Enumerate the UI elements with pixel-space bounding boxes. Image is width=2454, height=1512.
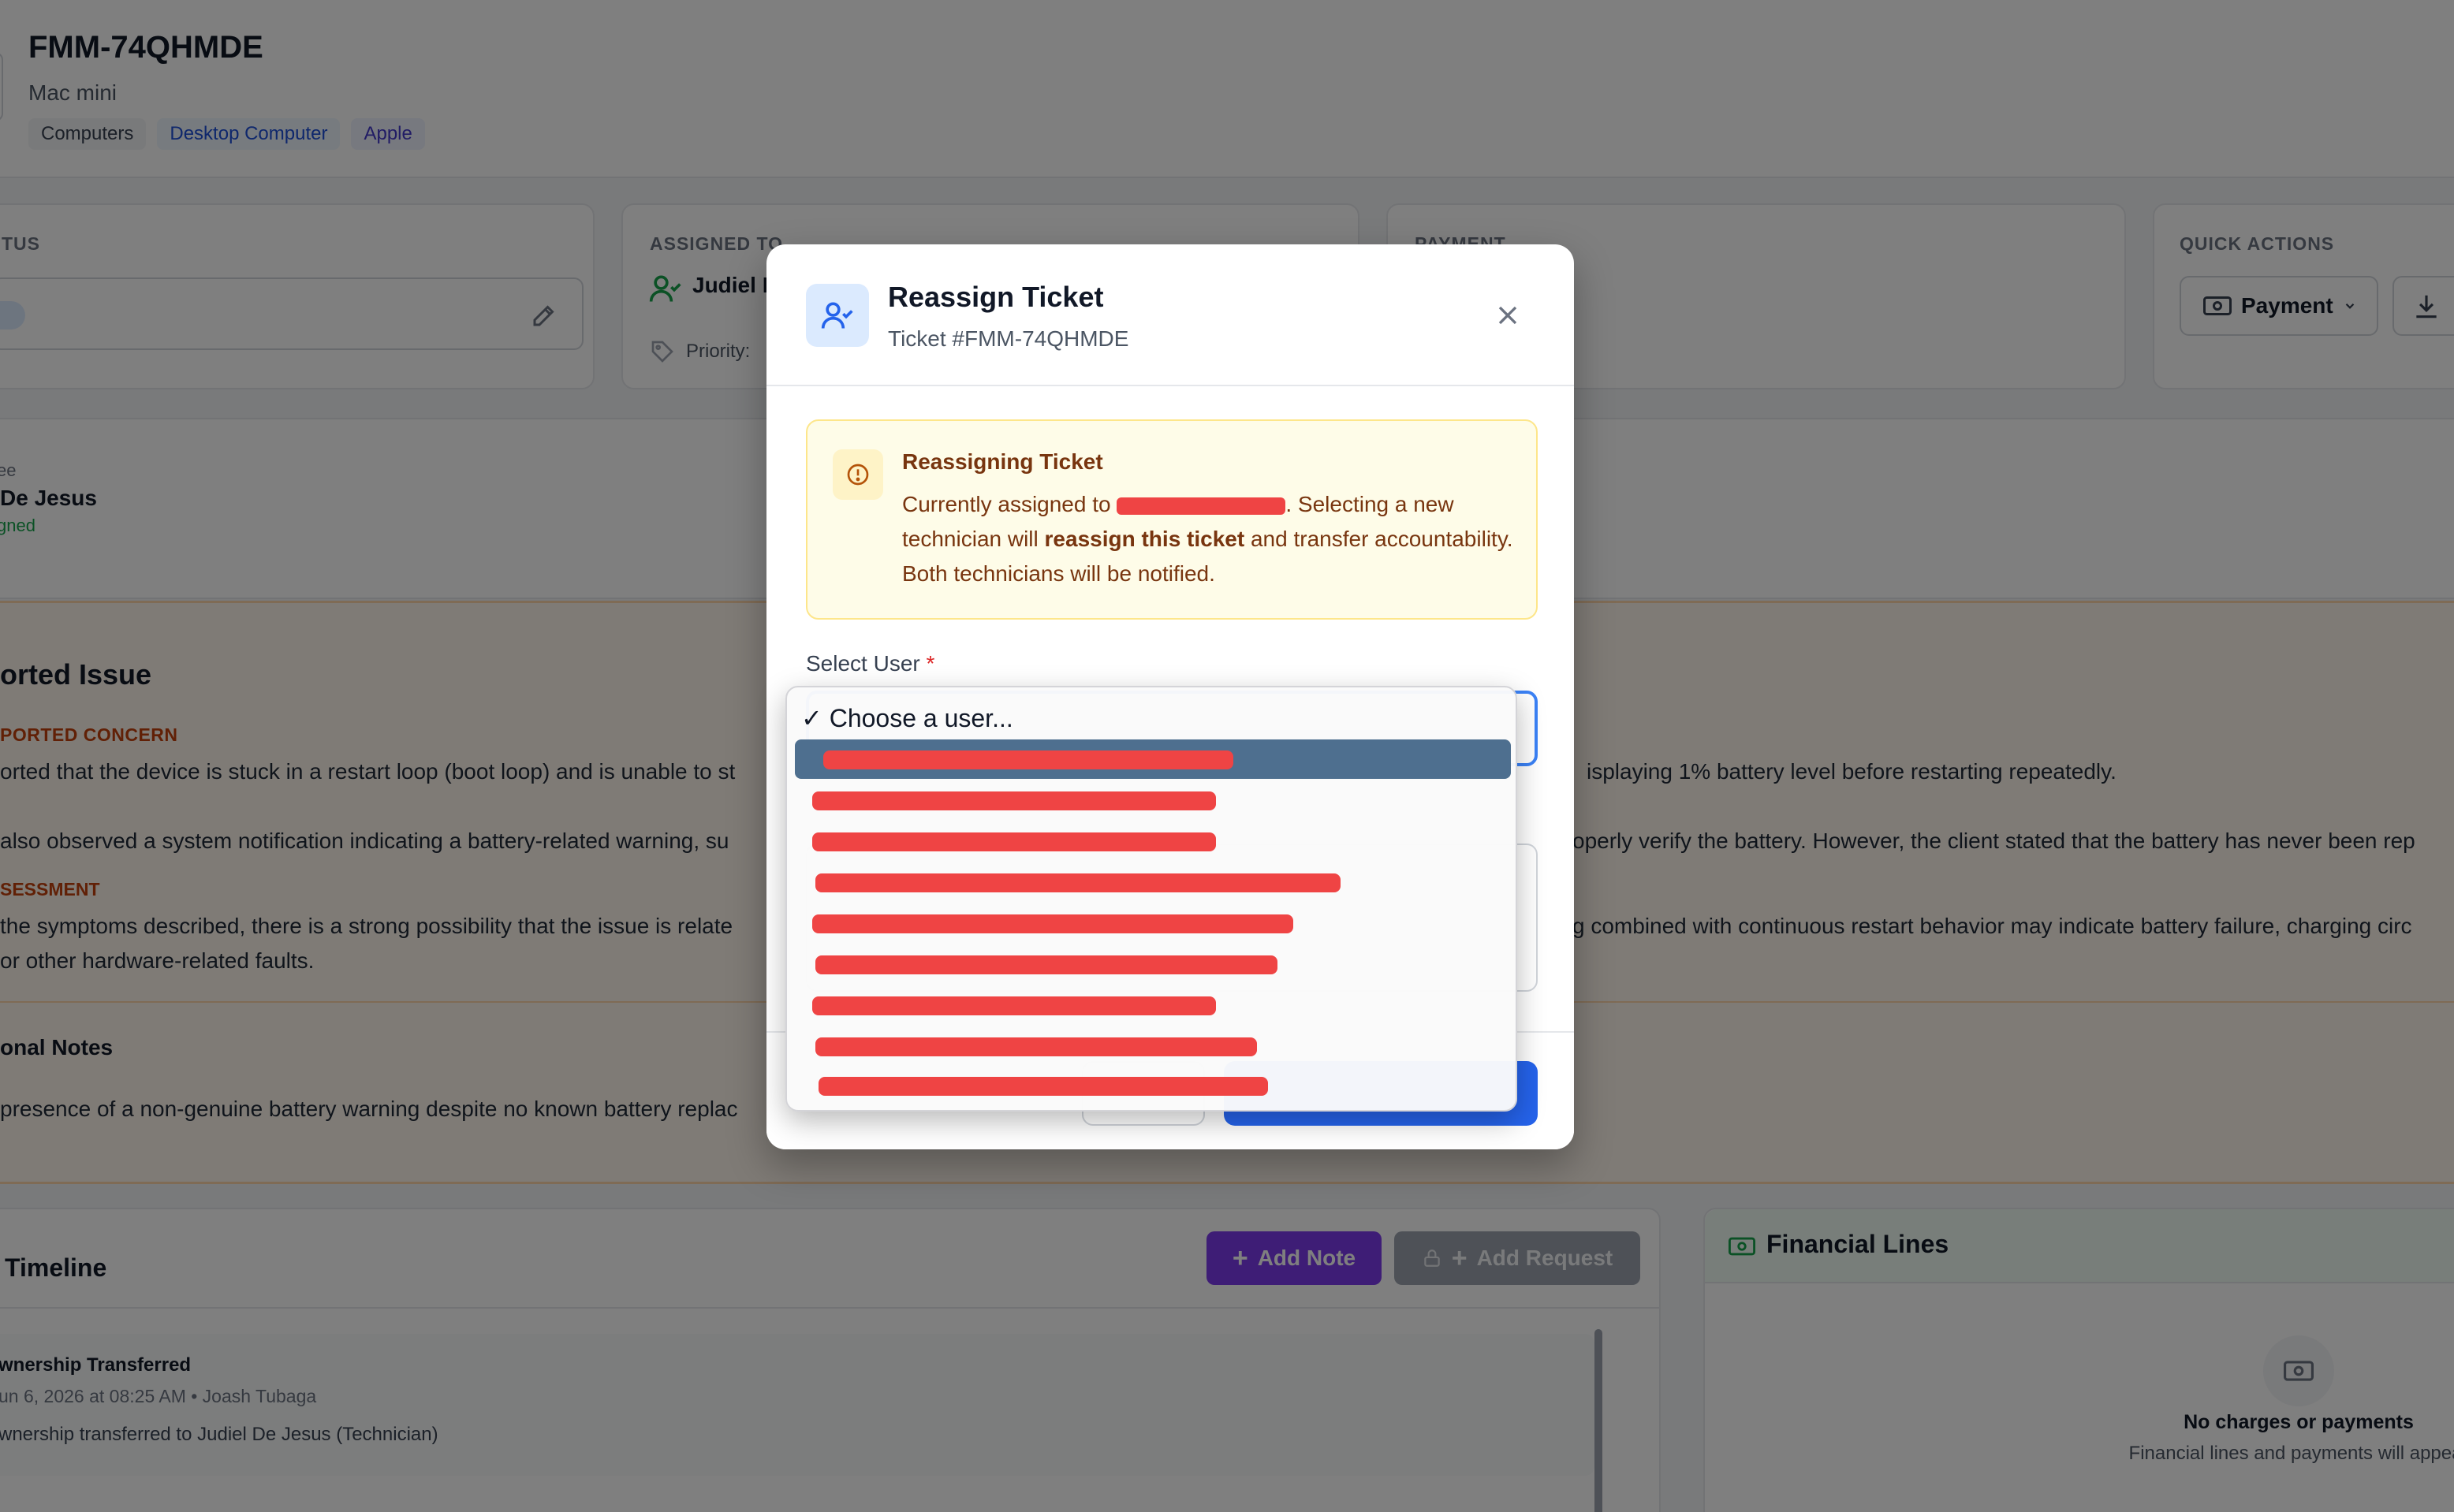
select-user-label: Select User * xyxy=(806,651,934,676)
redacted-user-4 xyxy=(815,873,1341,892)
redacted-user-2 xyxy=(812,791,1216,810)
user-check-icon xyxy=(821,302,853,329)
modal-header: Reassign Ticket Ticket #FMM-74QHMDE xyxy=(766,244,1574,386)
redacted-user-6 xyxy=(815,955,1277,974)
reassign-warning: Reassigning Ticket Currently assigned to… xyxy=(806,419,1538,620)
required-mark: * xyxy=(926,651,935,676)
redacted-user-7 xyxy=(812,996,1216,1015)
modal-subtitle: Ticket #FMM-74QHMDE xyxy=(888,326,1129,351)
redacted-current-assignee xyxy=(1117,497,1286,515)
select-user-label-text: Select User xyxy=(806,651,920,676)
warning-icon-box xyxy=(833,449,883,500)
user-option[interactable] xyxy=(795,821,1511,861)
user-option[interactable] xyxy=(795,985,1511,1025)
warning-text: Currently assigned to . Selecting a new … xyxy=(902,487,1517,591)
warning-title: Reassigning Ticket xyxy=(902,449,1103,474)
warning-text-pre: Currently assigned to xyxy=(902,492,1117,516)
user-option[interactable] xyxy=(795,944,1511,984)
redacted-user-1 xyxy=(823,750,1233,769)
user-option-highlighted[interactable] xyxy=(795,739,1511,779)
close-icon[interactable] xyxy=(1492,300,1523,331)
option-choose-user[interactable]: ✓ Choose a user... xyxy=(801,703,1013,733)
redacted-user-8 xyxy=(815,1037,1257,1056)
user-option[interactable] xyxy=(795,780,1511,820)
user-option[interactable] xyxy=(795,862,1511,902)
modal-title: Reassign Ticket xyxy=(888,281,1104,313)
user-option[interactable] xyxy=(795,1066,1511,1105)
warning-text-bold: reassign this ticket xyxy=(1044,527,1245,551)
redacted-user-5 xyxy=(812,914,1293,933)
user-option[interactable] xyxy=(795,903,1511,943)
modal-icon-box xyxy=(806,284,869,347)
redacted-user-9 xyxy=(819,1077,1268,1096)
user-option[interactable] xyxy=(795,1026,1511,1066)
alert-circle-icon xyxy=(847,464,869,486)
redacted-user-3 xyxy=(812,832,1216,851)
user-options-list: ✓ Choose a user... xyxy=(785,686,1517,1112)
